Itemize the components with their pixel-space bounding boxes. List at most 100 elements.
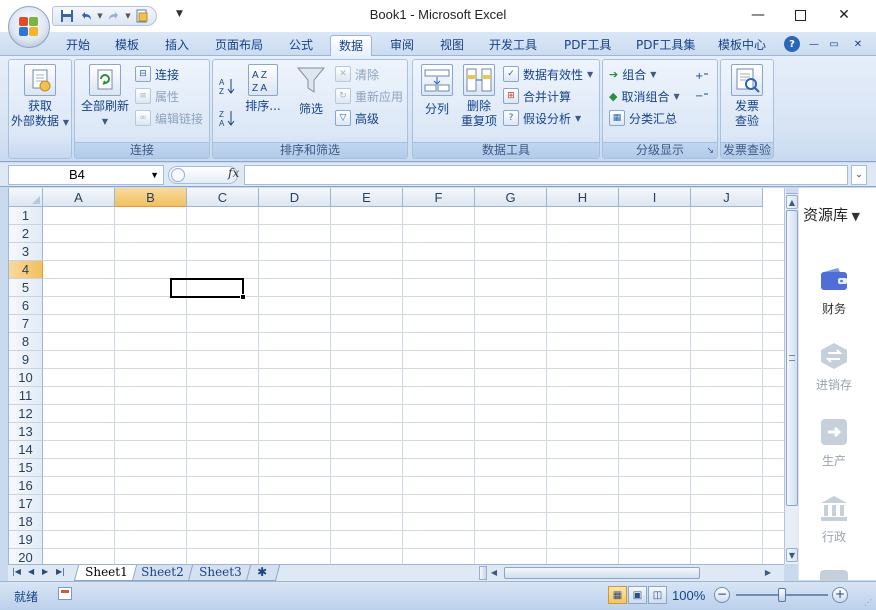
hide-detail-icon[interactable]: −⁼ [695, 86, 709, 106]
clear-filter-button[interactable]: ✕ 清除 [335, 64, 379, 84]
scroll-right-icon[interactable]: ▶ [762, 566, 774, 580]
side-item-admin[interactable]: 行政 [799, 494, 869, 545]
active-cell-b4[interactable] [170, 278, 244, 298]
row-header-20[interactable]: 20 [9, 549, 43, 564]
row-header-6[interactable]: 6 [9, 297, 43, 315]
row-header-15[interactable]: 15 [9, 459, 43, 477]
tab-home[interactable]: 开始 [58, 35, 98, 56]
refresh-all-button[interactable]: 全部刷新 ▼ [77, 64, 133, 129]
horizontal-split-handle[interactable] [479, 566, 487, 580]
column-header-g[interactable]: G [475, 188, 547, 207]
tab-developer[interactable]: 开发工具 [481, 35, 545, 56]
ribbon-restore-icon[interactable]: ▭ [826, 36, 842, 52]
sort-descending-button[interactable]: ZA [219, 108, 235, 128]
row-header-14[interactable]: 14 [9, 441, 43, 459]
formula-input[interactable] [244, 165, 848, 185]
scroll-up-icon[interactable]: ▲ [786, 195, 798, 209]
zoom-level[interactable]: 100% [672, 588, 705, 603]
vertical-scroll-thumb[interactable] [786, 210, 798, 506]
select-all-button[interactable] [9, 188, 43, 207]
column-header-d[interactable]: D [259, 188, 331, 207]
ribbon-minimize-icon[interactable]: — [806, 36, 822, 52]
expand-formula-bar-icon[interactable]: ⌄ [851, 165, 867, 185]
ungroup-button[interactable]: ◆ 取消组合 ▼ [609, 86, 680, 106]
properties-button[interactable]: ≡ 属性 [135, 86, 179, 106]
macro-record-icon[interactable] [58, 587, 72, 600]
text-to-columns-button[interactable]: 分列 [417, 64, 457, 117]
row-header-10[interactable]: 10 [9, 369, 43, 387]
page-break-preview-icon[interactable]: ◫ [648, 586, 667, 604]
row-header-19[interactable]: 19 [9, 531, 43, 549]
row-header-5[interactable]: 5 [9, 279, 43, 297]
side-item-finance[interactable]: 财务 [799, 266, 869, 317]
column-header-j[interactable]: J [691, 188, 763, 207]
worksheet-grid[interactable]: A B C D E F G H I J 1 2 3 4 5 6 7 8 9 10 11 12 13 14 15 16 17 18 19 2… [8, 188, 784, 564]
sort-button[interactable]: A Z Z A 排序... [241, 64, 285, 114]
invoice-check-button[interactable]: 发票 查验 [723, 64, 771, 129]
close-icon[interactable]: ✕ [822, 2, 866, 28]
maximize-icon[interactable] [778, 2, 822, 28]
advanced-filter-button[interactable]: ▽ 高级 [335, 108, 379, 128]
tab-templates[interactable]: 模板 [107, 35, 147, 56]
insert-sheet-button[interactable]: ✱ [245, 565, 281, 581]
column-header-c[interactable]: C [187, 188, 259, 207]
workbook-close-icon[interactable]: ✕ [850, 36, 866, 52]
office-button[interactable] [8, 6, 50, 48]
tab-formulas[interactable]: 公式 [281, 35, 321, 56]
tab-template-center[interactable]: 模板中心 [710, 35, 774, 56]
column-header-f[interactable]: F [403, 188, 475, 207]
tab-data[interactable]: 数据 [330, 35, 373, 56]
sort-ascending-button[interactable]: AZ [219, 76, 235, 96]
subtotal-button[interactable]: ▦ 分类汇总 [609, 108, 677, 128]
data-validation-button[interactable]: ✓ 数据有效性 ▼ [503, 64, 593, 84]
sheet-tab-sheet1[interactable]: Sheet1 [73, 565, 137, 581]
sheet-tab-sheet2[interactable]: Sheet2 [129, 565, 193, 581]
resource-library-header[interactable]: 资源库 ▼ [803, 204, 860, 225]
row-header-9[interactable]: 9 [9, 351, 43, 369]
what-if-analysis-button[interactable]: ? 假设分析 ▼ [503, 108, 581, 128]
tab-view[interactable]: 视图 [432, 35, 472, 56]
row-header-12[interactable]: 12 [9, 405, 43, 423]
filter-button[interactable]: 筛选 [291, 64, 331, 117]
next-sheet-icon[interactable]: ▶ [42, 567, 48, 576]
row-header-13[interactable]: 13 [9, 423, 43, 441]
column-header-i[interactable]: I [619, 188, 691, 207]
row-header-4[interactable]: 4 [9, 261, 43, 279]
tab-pdf-tools[interactable]: PDF工具 [556, 35, 619, 56]
column-header-a[interactable]: A [43, 188, 115, 207]
zoom-out-button[interactable]: − [714, 587, 730, 603]
column-header-h[interactable]: H [547, 188, 619, 207]
name-box[interactable]: B4 ▼ [8, 165, 164, 185]
tab-pdf-toolset[interactable]: PDF工具集 [628, 35, 703, 56]
row-header-18[interactable]: 18 [9, 513, 43, 531]
zoom-in-button[interactable]: + [832, 587, 848, 603]
tab-review[interactable]: 审阅 [382, 35, 422, 56]
row-header-3[interactable]: 3 [9, 243, 43, 261]
column-header-e[interactable]: E [331, 188, 403, 207]
insert-function-icon[interactable]: fx [228, 166, 239, 180]
side-item-production[interactable]: 生产 [799, 418, 869, 469]
group-rows-button[interactable]: ➔ 组合 ▼ [609, 64, 656, 84]
consolidate-button[interactable]: ⊞ 合并计算 [503, 86, 571, 106]
zoom-slider-knob[interactable] [778, 588, 786, 602]
scroll-left-icon[interactable]: ◀ [488, 566, 500, 580]
last-sheet-icon[interactable]: ▶| [56, 567, 65, 576]
normal-view-icon[interactable]: ▦ [608, 586, 627, 604]
row-header-11[interactable]: 11 [9, 387, 43, 405]
column-header-b[interactable]: B [115, 188, 187, 207]
fill-handle[interactable] [240, 294, 246, 300]
row-header-7[interactable]: 7 [9, 315, 43, 333]
show-detail-icon[interactable]: +⁼ [695, 66, 709, 86]
name-box-dropdown-icon[interactable]: ▼ [150, 166, 159, 184]
remove-duplicates-button[interactable]: 删除 重复项 [457, 64, 501, 129]
resize-grip-icon[interactable]: ⋰ [864, 598, 872, 607]
page-layout-view-icon[interactable]: ▣ [628, 586, 647, 604]
help-icon[interactable]: ? [784, 36, 800, 52]
first-sheet-icon[interactable]: |◀ [12, 567, 21, 576]
sheet-tab-sheet3[interactable]: Sheet3 [187, 565, 251, 581]
side-item-inventory[interactable]: 进销存 [799, 342, 869, 393]
tab-page-layout[interactable]: 页面布局 [207, 35, 271, 56]
prev-sheet-icon[interactable]: ◀ [28, 567, 34, 576]
horizontal-scroll-thumb[interactable] [504, 567, 700, 579]
row-header-16[interactable]: 16 [9, 477, 43, 495]
